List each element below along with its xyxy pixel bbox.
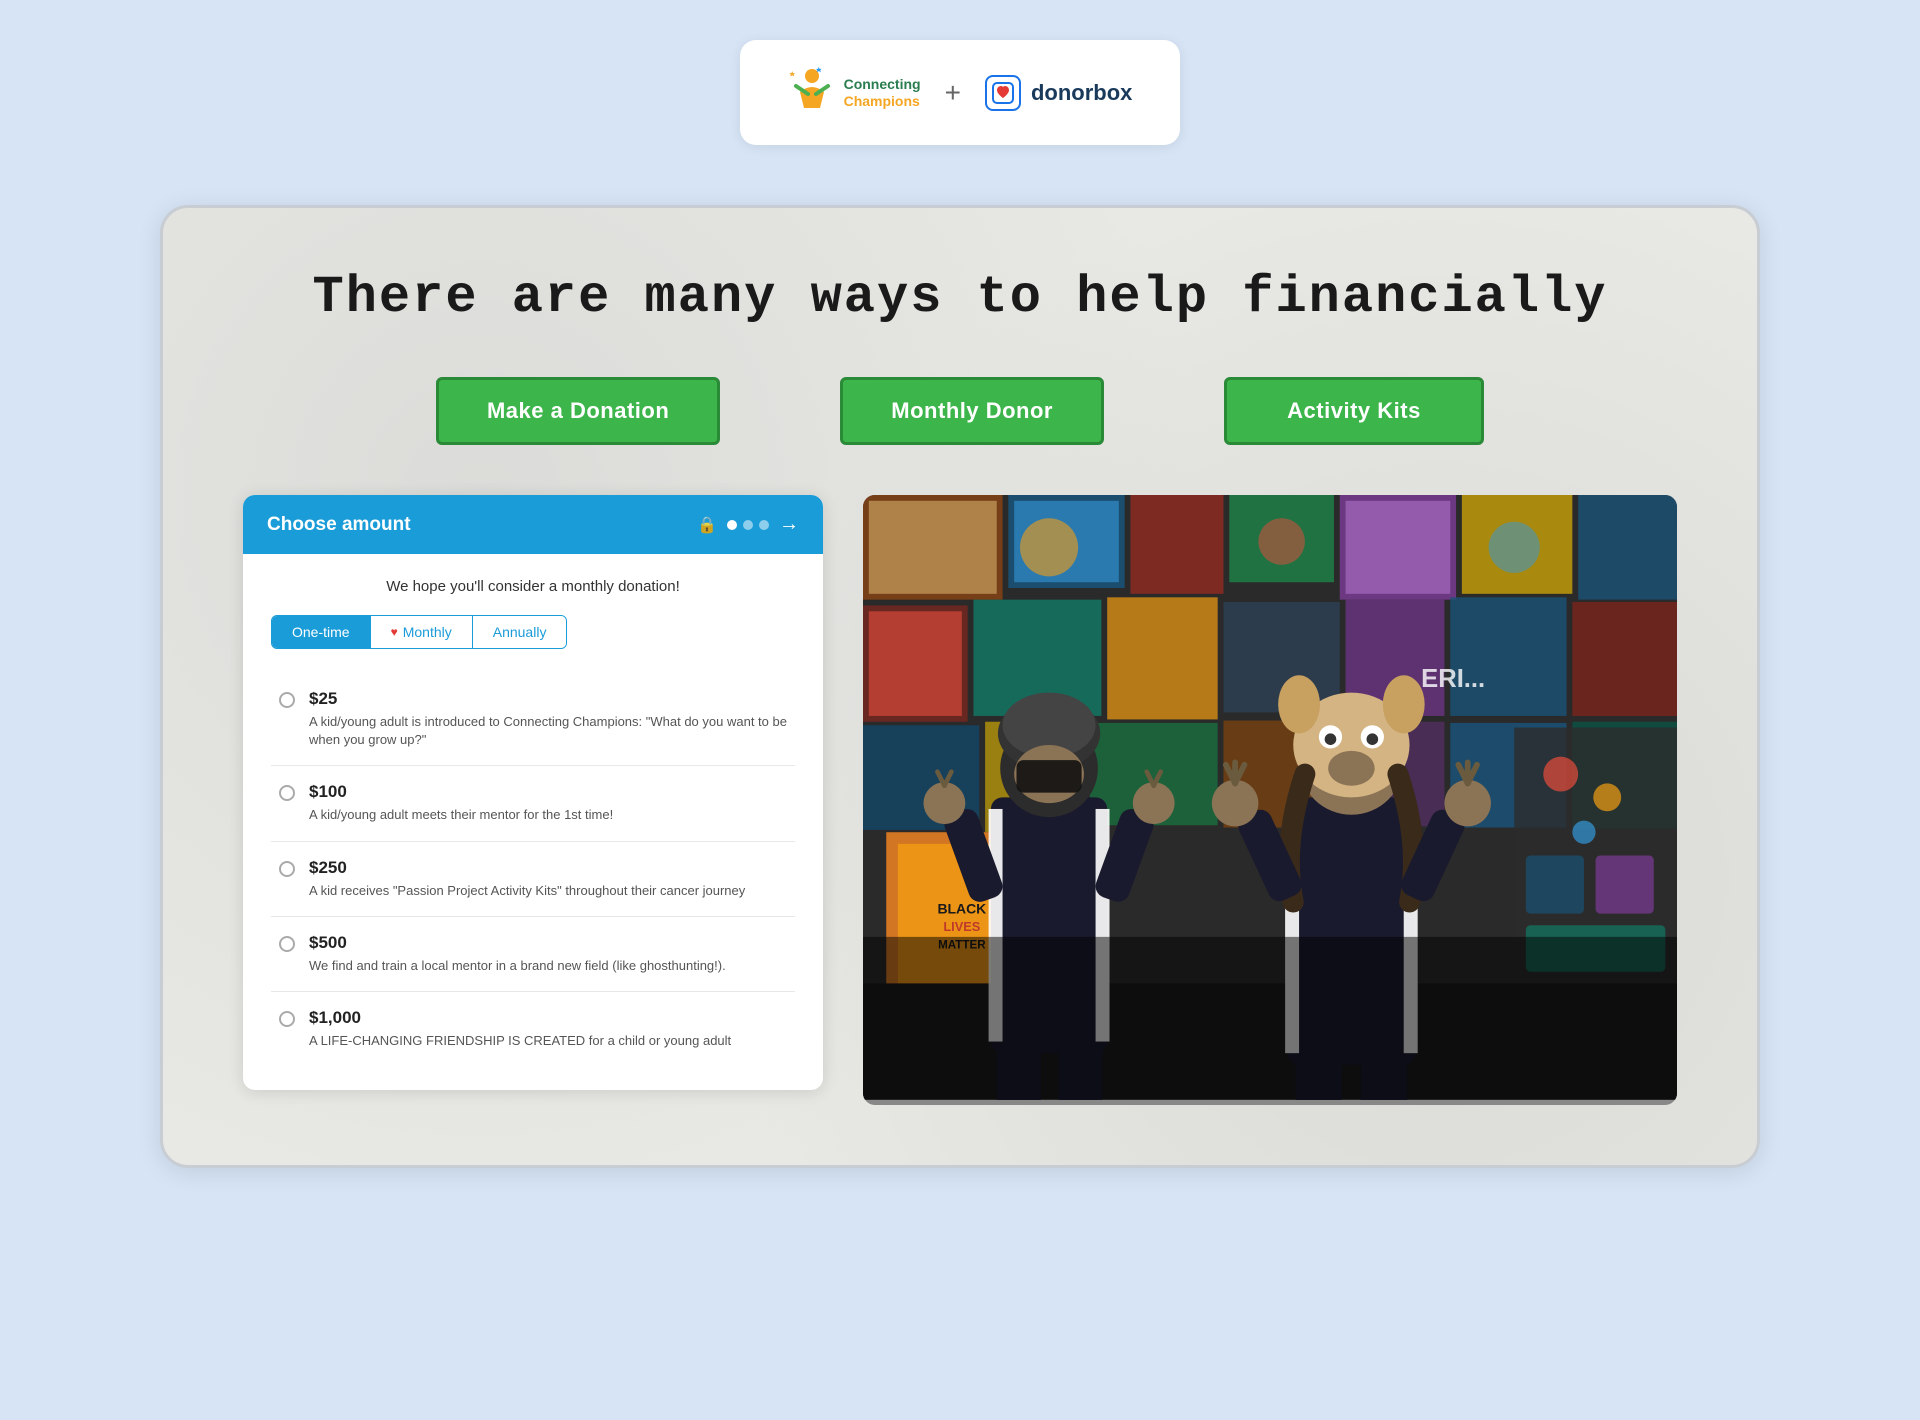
annually-tab[interactable]: Annually xyxy=(473,616,567,648)
option-desc-100: A kid/young adult meets their mentor for… xyxy=(309,806,613,824)
radio-25[interactable] xyxy=(279,692,295,708)
radio-100[interactable] xyxy=(279,785,295,801)
dot-3 xyxy=(759,520,769,530)
svg-text:LIVES: LIVES xyxy=(943,919,980,934)
radio-250[interactable] xyxy=(279,861,295,877)
monthly-donor-button[interactable]: Monthly Donor xyxy=(840,377,1104,445)
connecting-text: Connecting xyxy=(844,76,921,93)
widget-body: We hope you'll consider a monthly donati… xyxy=(243,554,823,1090)
option-content-500: $500 We find and train a local mentor in… xyxy=(309,933,726,975)
radio-1000[interactable] xyxy=(279,1011,295,1027)
option-amount-25: $25 xyxy=(309,689,787,709)
option-desc-500: We find and train a local mentor in a br… xyxy=(309,957,726,975)
donorbox-text: donorbox xyxy=(1031,80,1132,106)
photo-image: BLACK LIVES MATTER xyxy=(863,495,1677,1100)
donorbox-logo: donorbox xyxy=(985,75,1132,111)
make-donation-button[interactable]: Make a Donation xyxy=(436,377,720,445)
monthly-tab-label: Monthly xyxy=(403,624,452,640)
donation-option-500[interactable]: $500 We find and train a local mentor in… xyxy=(271,917,795,992)
progress-dots xyxy=(727,520,769,530)
one-time-tab[interactable]: One-time xyxy=(272,616,370,648)
frequency-tabs: One-time ♥ Monthly Annually xyxy=(271,615,567,649)
plus-separator: + xyxy=(945,77,961,109)
page-title: There are many ways to help financially xyxy=(243,268,1677,327)
donation-widget: Choose amount 🔒 → We hope you'll conside… xyxy=(243,495,823,1090)
lock-icon: 🔒 xyxy=(697,515,717,535)
star-icon xyxy=(788,64,836,121)
option-amount-500: $500 xyxy=(309,933,726,953)
option-amount-100: $100 xyxy=(309,782,613,802)
next-arrow-icon[interactable]: → xyxy=(779,513,799,536)
svg-text:BLACK: BLACK xyxy=(937,901,986,917)
radio-500[interactable] xyxy=(279,936,295,952)
svg-text:ERI...: ERI... xyxy=(1421,665,1485,693)
main-card: There are many ways to help financially … xyxy=(160,205,1760,1168)
option-content-100: $100 A kid/young adult meets their mento… xyxy=(309,782,613,824)
content-area: Choose amount 🔒 → We hope you'll conside… xyxy=(243,495,1677,1105)
widget-header-icons: 🔒 → xyxy=(697,513,799,536)
activity-kits-button[interactable]: Activity Kits xyxy=(1224,377,1484,445)
widget-header: Choose amount 🔒 → xyxy=(243,495,823,554)
option-content-25: $25 A kid/young adult is introduced to C… xyxy=(309,689,787,749)
champions-text: Champions xyxy=(844,93,921,110)
donation-option-250[interactable]: $250 A kid receives "Passion Project Act… xyxy=(271,842,795,917)
logo-bar: Connecting Champions + donorbox xyxy=(740,40,1181,145)
option-desc-1000: A LIFE-CHANGING FRIENDSHIP IS CREATED fo… xyxy=(309,1032,731,1050)
option-desc-250: A kid receives "Passion Project Activity… xyxy=(309,882,745,900)
dot-1 xyxy=(727,520,737,530)
monthly-tab[interactable]: ♥ Monthly xyxy=(370,616,473,648)
option-content-250: $250 A kid receives "Passion Project Act… xyxy=(309,858,745,900)
donation-option-1000[interactable]: $1,000 A LIFE-CHANGING FRIENDSHIP IS CRE… xyxy=(271,992,795,1066)
option-amount-250: $250 xyxy=(309,858,745,878)
widget-header-title: Choose amount xyxy=(267,514,411,536)
dot-2 xyxy=(743,520,753,530)
heart-icon: ♥ xyxy=(391,625,398,639)
donation-option-100[interactable]: $100 A kid/young adult meets their mento… xyxy=(271,766,795,841)
photo-container: BLACK LIVES MATTER xyxy=(863,495,1677,1105)
action-buttons-row: Make a Donation Monthly Donor Activity K… xyxy=(243,377,1677,445)
donation-option-25[interactable]: $25 A kid/young adult is introduced to C… xyxy=(271,673,795,766)
option-content-1000: $1,000 A LIFE-CHANGING FRIENDSHIP IS CRE… xyxy=(309,1008,731,1050)
connecting-champions-text: Connecting Champions xyxy=(844,76,921,110)
option-amount-1000: $1,000 xyxy=(309,1008,731,1028)
connecting-champions-logo: Connecting Champions xyxy=(788,64,921,121)
option-desc-25: A kid/young adult is introduced to Conne… xyxy=(309,713,787,749)
widget-tagline: We hope you'll consider a monthly donati… xyxy=(271,578,795,595)
donorbox-icon xyxy=(985,75,1021,111)
donation-options: $25 A kid/young adult is introduced to C… xyxy=(271,673,795,1066)
